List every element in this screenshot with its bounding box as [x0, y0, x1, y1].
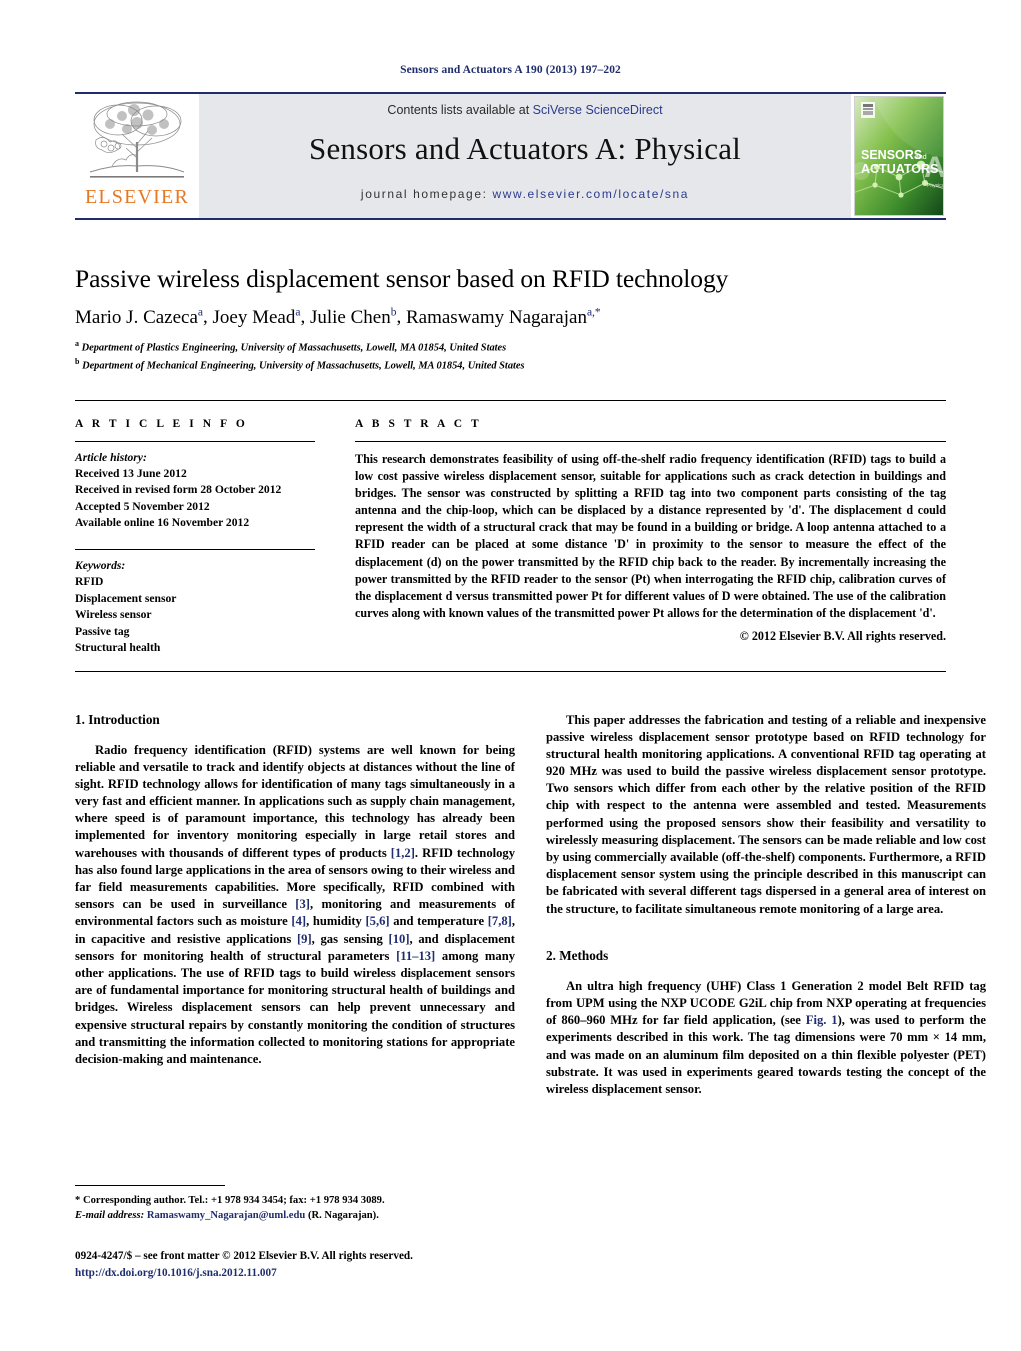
- author: Mario J. Cazecaa: [75, 306, 204, 328]
- keyword-item: RFID: [75, 575, 104, 589]
- intro-text-i: among many other applications. The use o…: [75, 948, 515, 1066]
- citation-3[interactable]: [3]: [295, 897, 310, 911]
- keyword-item: Wireless sensor: [75, 608, 152, 622]
- journal-homepage-line: journal homepage: www.elsevier.com/locat…: [361, 187, 689, 201]
- sciencedirect-link[interactable]: SciVerse ScienceDirect: [533, 103, 663, 117]
- history-item: Received 13 June 2012: [75, 466, 187, 480]
- elsevier-logo: ELSEVIER: [75, 94, 199, 218]
- author-name: Joey Mead: [212, 306, 296, 328]
- page-title: Passive wireless displacement sensor bas…: [75, 264, 729, 293]
- affiliation-mark: a: [75, 339, 79, 349]
- article-history-heading: Article history:: [75, 450, 147, 464]
- affiliation-item: a Department of Plastics Engineering, Un…: [75, 338, 946, 356]
- journal-title: Sensors and Actuators A: Physical: [309, 131, 741, 166]
- email-label: E-mail address:: [75, 1210, 145, 1222]
- body-column-left: 1. Introduction Radio frequency identifi…: [75, 712, 515, 1252]
- abstract-label: A B S T R A C T: [355, 417, 482, 430]
- intro-text-d: , humidity: [306, 914, 366, 929]
- journal-masthead: ELSEVIER Contents lists available at Sci…: [75, 92, 946, 220]
- article-history: Article history: Received 13 June 2012 R…: [75, 450, 315, 532]
- history-item: Received in revised form 28 October 2012: [75, 483, 282, 497]
- affiliation-text: Department of Plastics Engineering, Univ…: [81, 342, 507, 354]
- contents-prefix: Contents lists available at: [387, 103, 533, 117]
- intro-text-e: and temperature: [389, 914, 488, 929]
- keyword-item: Passive tag: [75, 624, 130, 638]
- section-heading-introduction: 1. Introduction: [75, 711, 160, 727]
- email-note: E-mail address: Ramaswamy_Nagarajan@uml.…: [75, 1208, 515, 1223]
- paper-page: Sensors and Actuators A 190 (2013) 197–2…: [0, 0, 1021, 1351]
- footnote-rule: [75, 1185, 225, 1186]
- contents-list-line: Contents lists available at SciVerse Sci…: [387, 103, 662, 117]
- homepage-label: journal homepage:: [360, 187, 488, 201]
- author-name: Ramaswamy Nagarajan: [405, 306, 587, 328]
- citation-4[interactable]: [4]: [291, 914, 306, 928]
- keyword-item: Displacement sensor: [75, 591, 177, 605]
- history-item: Accepted 5 November 2012: [75, 499, 210, 513]
- author-mark: a,*: [586, 306, 601, 319]
- article-info-column: A R T I C L E I N F O Article history: R…: [75, 418, 315, 657]
- cover-sub-letter: Physical: [927, 183, 943, 189]
- affiliation-item: b Department of Mechanical Engineering, …: [75, 356, 946, 374]
- keywords-divider: [75, 548, 315, 550]
- email-suffix: (R. Nagarajan).: [307, 1210, 379, 1222]
- footer-block: 0924-4247/$ – see front matter © 2012 El…: [75, 1248, 595, 1282]
- abstract-text: This research demonstrates feasibility o…: [355, 451, 946, 621]
- cover-artwork: SENSORS and ACTUATORS A Physical: [854, 97, 943, 215]
- abstract-divider: [355, 440, 946, 442]
- author-mark: b: [390, 306, 397, 319]
- author-name: Julie Chen: [309, 306, 391, 328]
- divider-above-info: [75, 399, 946, 401]
- author-mark: a: [295, 306, 301, 319]
- elsevier-tree-icon: [89, 101, 185, 178]
- keywords-heading: Keywords:: [75, 558, 126, 572]
- affiliation-mark: b: [75, 356, 80, 366]
- history-item: Available online 16 November 2012: [75, 516, 250, 530]
- email-link[interactable]: Ramaswamy_Nagarajan@uml.edu: [147, 1210, 305, 1221]
- journal-cover-thumbnail: SENSORS and ACTUATORS A Physical: [851, 94, 946, 218]
- author: Joey Meada: [212, 306, 301, 328]
- keyword-item: Structural health: [75, 641, 161, 655]
- intro-paragraph-2: This paper addresses the fabrication and…: [546, 712, 986, 916]
- divider-below-abstract: [75, 670, 946, 672]
- affiliation-text: Department of Mechanical Engineering, Un…: [82, 360, 525, 372]
- journal-band: Contents lists available at SciVerse Sci…: [199, 94, 851, 218]
- keyword-list: Keywords: RFID Displacement sensor Wirel…: [75, 558, 315, 657]
- article-title-block: Passive wireless displacement sensor bas…: [75, 264, 946, 374]
- citation-5-6[interactable]: [5,6]: [365, 914, 389, 928]
- author-list: Mario J. Cazecaa, Joey Meada, Julie Chen…: [75, 306, 601, 328]
- footnote-block: * Corresponding author. Tel.: +1 978 934…: [75, 1185, 515, 1224]
- doi-link[interactable]: http://dx.doi.org/10.1016/j.sna.2012.11.…: [75, 1267, 277, 1279]
- citation-1-2[interactable]: [1,2]: [391, 846, 415, 860]
- section-heading-methods: 2. Methods: [546, 947, 609, 963]
- homepage-url[interactable]: www.elsevier.com/locate/sna: [492, 187, 689, 201]
- running-head: Sensors and Actuators A 190 (2013) 197–2…: [400, 64, 621, 76]
- intro-text-a: Radio frequency identification (RFID) sy…: [75, 742, 515, 860]
- body-column-right: This paper addresses the fabrication and…: [546, 712, 986, 1252]
- citation-7-8[interactable]: [7,8]: [488, 914, 512, 928]
- corresponding-author-note: * Corresponding author. Tel.: +1 978 934…: [75, 1195, 385, 1206]
- citation-11-13[interactable]: [11–13]: [396, 949, 435, 963]
- author: Julie Chenb: [309, 306, 397, 328]
- cover-line1: SENSORS: [861, 148, 922, 162]
- cover-big-letter: A: [924, 151, 943, 184]
- author-mark: a: [197, 306, 204, 319]
- info-abstract-row: A R T I C L E I N F O Article history: R…: [75, 418, 946, 657]
- elsevier-wordmark: ELSEVIER: [84, 186, 190, 208]
- author-name: Mario J. Cazeca: [75, 306, 198, 328]
- citation-10[interactable]: [10]: [389, 932, 410, 946]
- affiliation-list: a Department of Plastics Engineering, Un…: [75, 338, 946, 373]
- journal-cover-art: SENSORS and ACTUATORS A Physical: [853, 96, 944, 216]
- article-info-label: A R T I C L E I N F O: [75, 417, 248, 430]
- info-divider: [75, 440, 315, 442]
- body-columns: 1. Introduction Radio frequency identifi…: [75, 712, 986, 1252]
- author: Ramaswamy Nagarajana,*: [405, 306, 601, 328]
- abstract-copyright: © 2012 Elsevier B.V. All rights reserved…: [739, 629, 946, 644]
- abstract-column: A B S T R A C T This research demonstrat…: [315, 418, 946, 657]
- intro-text-g: , gas sensing: [311, 931, 389, 946]
- intro-paragraph-1: Radio frequency identification (RFID) sy…: [75, 742, 515, 1069]
- citation-9[interactable]: [9]: [297, 932, 312, 946]
- issn-copyright-line: 0924-4247/$ – see front matter © 2012 El…: [75, 1250, 413, 1262]
- figure-1-link[interactable]: Fig. 1: [806, 1013, 838, 1027]
- methods-paragraph-1: An ultra high frequency (UHF) Class 1 Ge…: [546, 978, 986, 1098]
